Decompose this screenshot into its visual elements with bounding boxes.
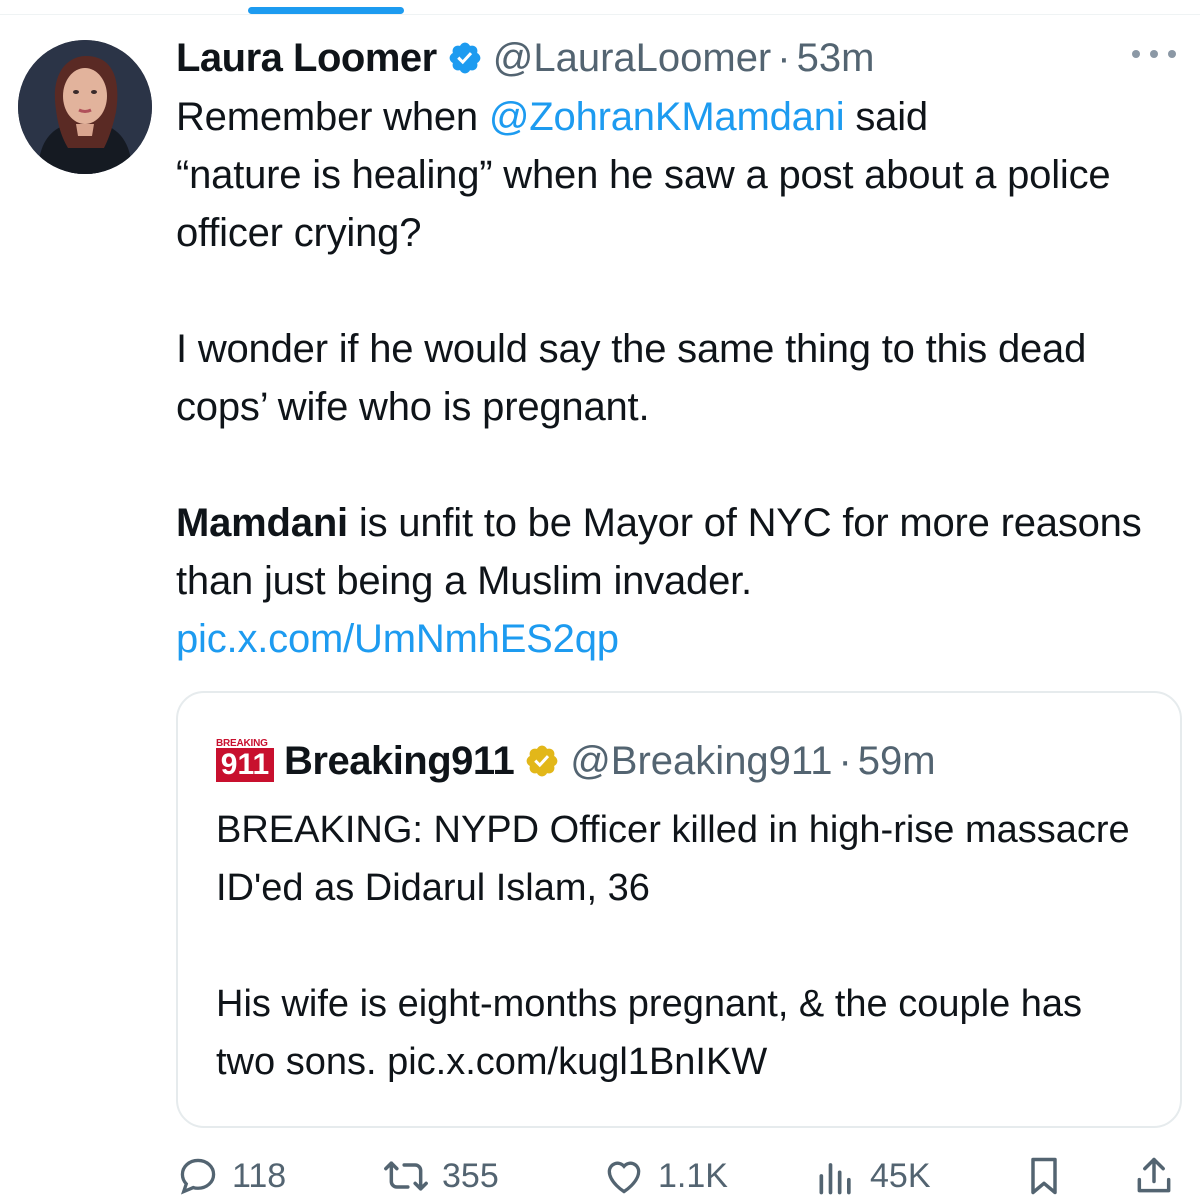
repost-count: 355 [442,1156,499,1195]
verified-badge-icon [447,40,483,76]
text-paragraph: His wife is eight-months pregnant, & the… [216,983,1083,1083]
repost-button[interactable]: 355 [382,1152,499,1200]
quoted-tweet[interactable]: BREAKING 911 Breaking911 @Breaking911 · … [176,691,1182,1128]
quoted-author-name[interactable]: Breaking911 [284,739,515,784]
more-options-icon[interactable] [1132,40,1176,68]
text-paragraph: I wonder if he would say the same thing … [176,327,1087,429]
quoted-timestamp[interactable]: 59m [858,739,936,784]
verified-gold-badge-icon [524,743,560,779]
reply-count: 118 [232,1156,287,1195]
tweet-header: Laura Loomer @LauraLoomer · 53m [176,30,874,86]
quoted-author-handle[interactable]: @Breaking911 [570,739,832,784]
reply-button[interactable]: 118 [176,1152,286,1200]
text-paragraph: BREAKING: NYPD Officer killed in high-ri… [216,809,1130,909]
active-tab-indicator [248,7,404,14]
action-bar: 118 355 1.1K 45K [176,1152,1176,1200]
logo-number: 911 [216,748,274,782]
views-button[interactable]: 45K [814,1152,931,1200]
mention-link[interactable]: @ZohranKMamdani [489,95,845,139]
header-divider [0,14,1200,15]
share-icon [1137,1157,1171,1193]
bookmark-icon [1031,1157,1057,1195]
breaking911-logo[interactable]: BREAKING 911 [216,738,274,784]
separator-dot: · [777,35,791,80]
bookmark-button[interactable] [1022,1152,1078,1200]
avatar[interactable] [18,40,152,174]
view-count: 45K [870,1156,931,1195]
views-icon [819,1163,851,1195]
text-segment: said [844,95,928,139]
quoted-tweet-text: BREAKING: NYPD Officer killed in high-ri… [216,801,1136,1091]
author-handle[interactable]: @LauraLoomer [493,36,772,81]
author-name[interactable]: Laura Loomer [176,36,437,81]
repost-icon [384,1161,428,1191]
bold-text: Mamdani [176,501,348,545]
reply-icon [180,1158,216,1195]
heart-icon [607,1161,641,1194]
share-button[interactable] [1132,1152,1188,1200]
like-count: 1.1K [658,1156,728,1195]
quoted-tweet-header: BREAKING 911 Breaking911 @Breaking911 · … [216,731,936,791]
media-link[interactable]: pic.x.com/UmNmhES2qp [176,617,619,661]
text-segment: Remember when [176,95,489,139]
separator-dot: · [838,738,852,783]
timestamp[interactable]: 53m [797,36,875,81]
text-segment: “nature is healing” when he saw a post a… [176,153,1111,255]
tweet-text: Remember when @ZohranKMamdani said “natur… [176,88,1166,668]
like-button[interactable]: 1.1K [602,1152,728,1200]
